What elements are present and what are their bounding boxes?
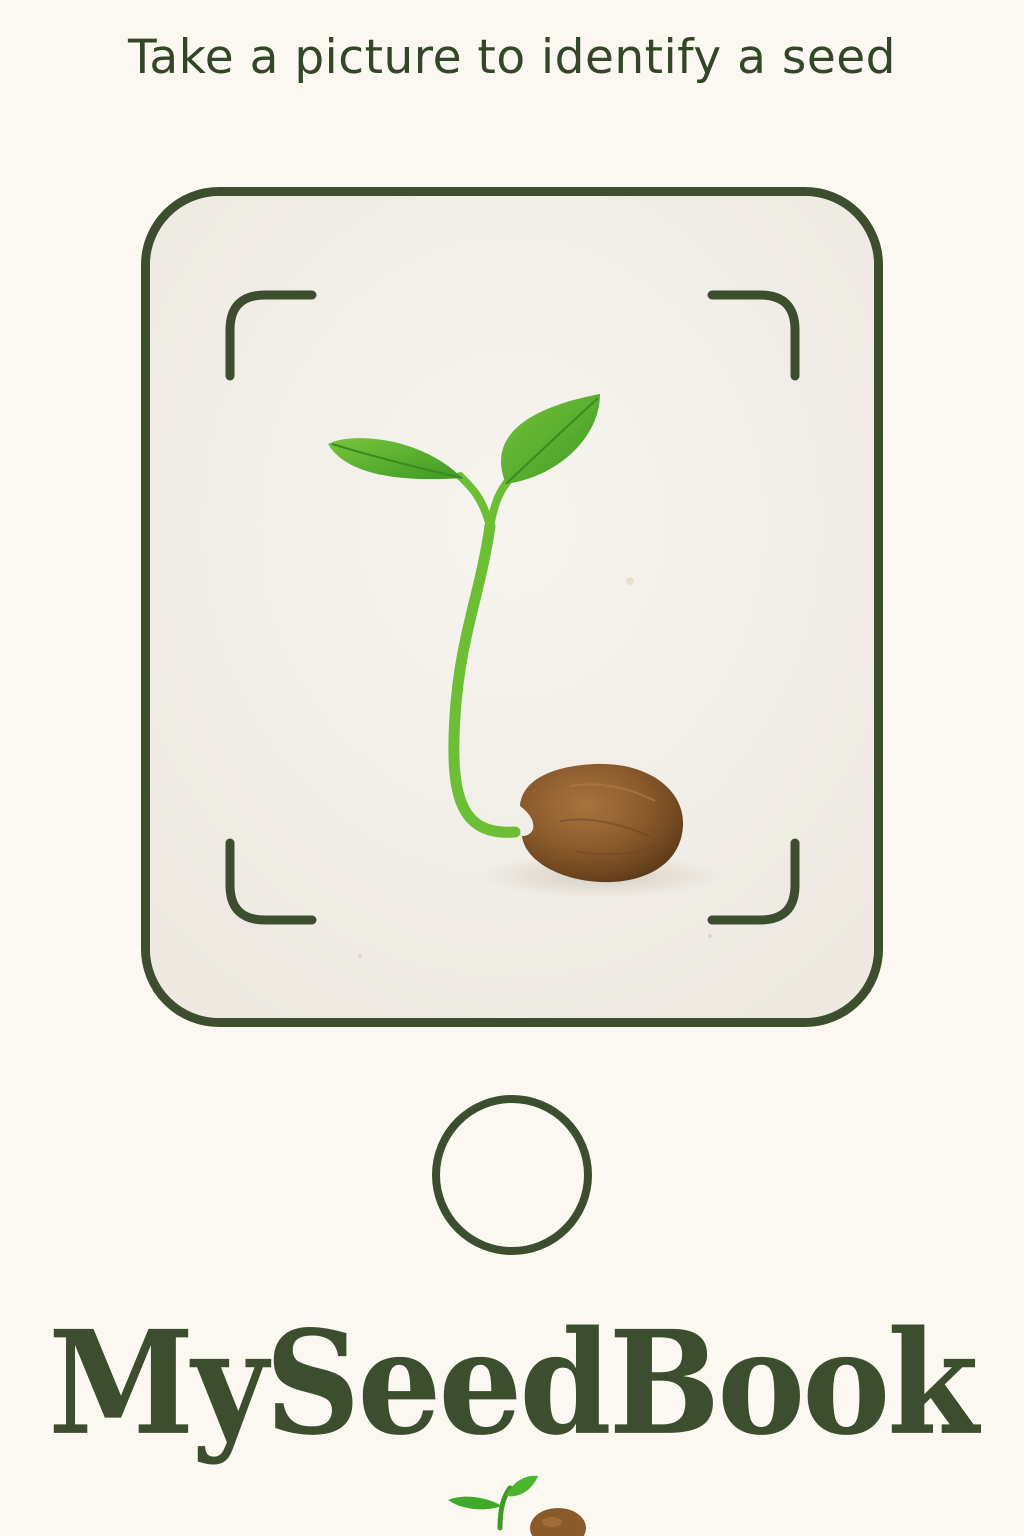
seed-sprout-photo [150, 196, 874, 1018]
seed-sprout-logo-icon [448, 1475, 586, 1536]
app-name: MySeedBook [48, 1300, 979, 1468]
camera-viewfinder[interactable] [141, 187, 883, 1027]
shutter-button[interactable] [432, 1095, 592, 1255]
instruction-text: Take a picture to identify a seed [127, 30, 897, 85]
